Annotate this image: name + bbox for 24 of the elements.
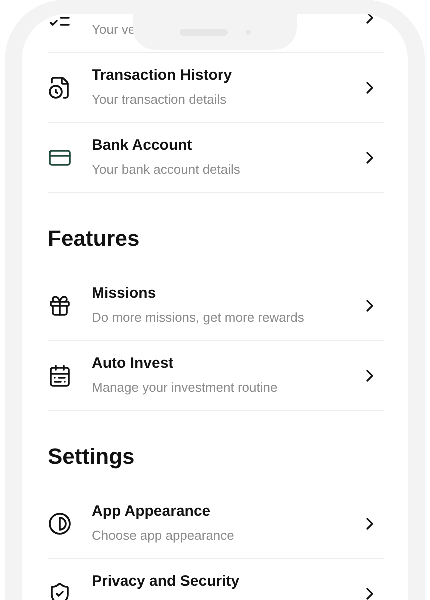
item-title: Missions [92,285,156,302]
item-title: Bank Account [92,137,192,154]
item-title: App Appearance [92,503,211,520]
shield-check-icon [48,582,72,600]
document-clock-icon [48,76,72,100]
item-title: Transaction History [92,67,232,84]
item-subtitle: Choose app appearance [92,528,234,543]
section-heading: Settings [48,443,136,471]
item-subtitle: Your transaction details [92,92,227,107]
item-title: Auto Invest [92,355,174,372]
menu-item[interactable]: Missions Do more missions, get more rewards [48,271,384,341]
gift-icon [48,294,72,318]
item-title: Privacy and Security [92,573,240,590]
calendar-icon [48,364,72,388]
menu-item[interactable]: App Appearance Choose app appearance [48,489,384,559]
menu-item[interactable]: Bank Account Your bank account details [48,123,384,193]
item-subtitle: Manage your investment routine [92,380,278,395]
section-heading: Features [48,225,141,253]
menu-item[interactable]: Privacy and Security [48,559,384,600]
menu-item[interactable]: Transaction History Your transaction details [48,53,384,123]
item-subtitle: Do more missions, get more rewards [92,310,304,325]
item-subtitle: Your bank account details [92,162,240,177]
menu-item[interactable]: Auto Invest Manage your investment routine [48,341,384,411]
contrast-icon [48,512,72,536]
